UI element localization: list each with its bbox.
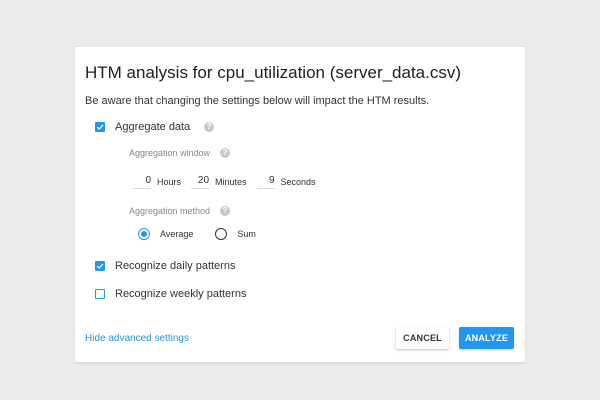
daily-patterns-label: Recognize daily patterns [115, 260, 236, 272]
aggregation-window-label-row: Aggregation window ? [129, 148, 231, 158]
seconds-label: Seconds [280, 177, 316, 187]
htm-analysis-dialog: HTM analysis for cpu_utilization (server… [75, 47, 525, 362]
aggregation-method-label-row: Aggregation method ? [129, 206, 231, 216]
minutes-input[interactable]: 20 [191, 175, 210, 189]
weekly-patterns-label: Recognize weekly patterns [115, 288, 247, 300]
analyze-button[interactable]: ANALYZE [459, 327, 514, 349]
weekly-patterns-checkbox[interactable] [95, 289, 105, 299]
sum-radio[interactable] [215, 228, 228, 240]
aggregate-data-label: Aggregate data [115, 121, 191, 133]
help-icon[interactable]: ? [220, 148, 231, 158]
checkmark-icon [96, 124, 104, 130]
cancel-button[interactable]: CANCEL [396, 327, 449, 349]
weekly-patterns-row: Recognize weekly patterns [95, 288, 246, 300]
aggregation-window-label: Aggregation window [129, 148, 211, 158]
daily-patterns-checkbox[interactable] [95, 261, 105, 271]
hours-input[interactable]: 0 [133, 175, 151, 189]
radio-selected-icon [141, 231, 147, 237]
dialog-title: HTM analysis for cpu_utilization (server… [85, 63, 462, 82]
help-icon[interactable]: ? [220, 206, 231, 216]
settings-warning: Be aware that changing the settings belo… [85, 95, 430, 107]
daily-patterns-row: Recognize daily patterns [95, 260, 235, 272]
aggregation-method-label: Aggregation method [129, 206, 211, 216]
aggregate-data-checkbox[interactable] [95, 122, 105, 132]
aggregation-window-inputs: 0 Hours 20 Minutes 9 Seconds [133, 175, 326, 189]
help-icon[interactable]: ? [204, 122, 215, 132]
seconds-input[interactable]: 9 [256, 175, 275, 189]
aggregation-method-options: Average Sum [138, 228, 256, 240]
average-radio[interactable] [138, 228, 150, 240]
hide-advanced-settings-link[interactable]: Hide advanced settings [85, 333, 189, 344]
average-label: Average [160, 229, 194, 239]
aggregate-data-row: Aggregate data ? [95, 121, 215, 133]
sum-label: Sum [237, 229, 256, 239]
hours-label: Hours [157, 177, 182, 187]
minutes-label: Minutes [215, 177, 247, 187]
checkmark-icon [96, 263, 104, 269]
